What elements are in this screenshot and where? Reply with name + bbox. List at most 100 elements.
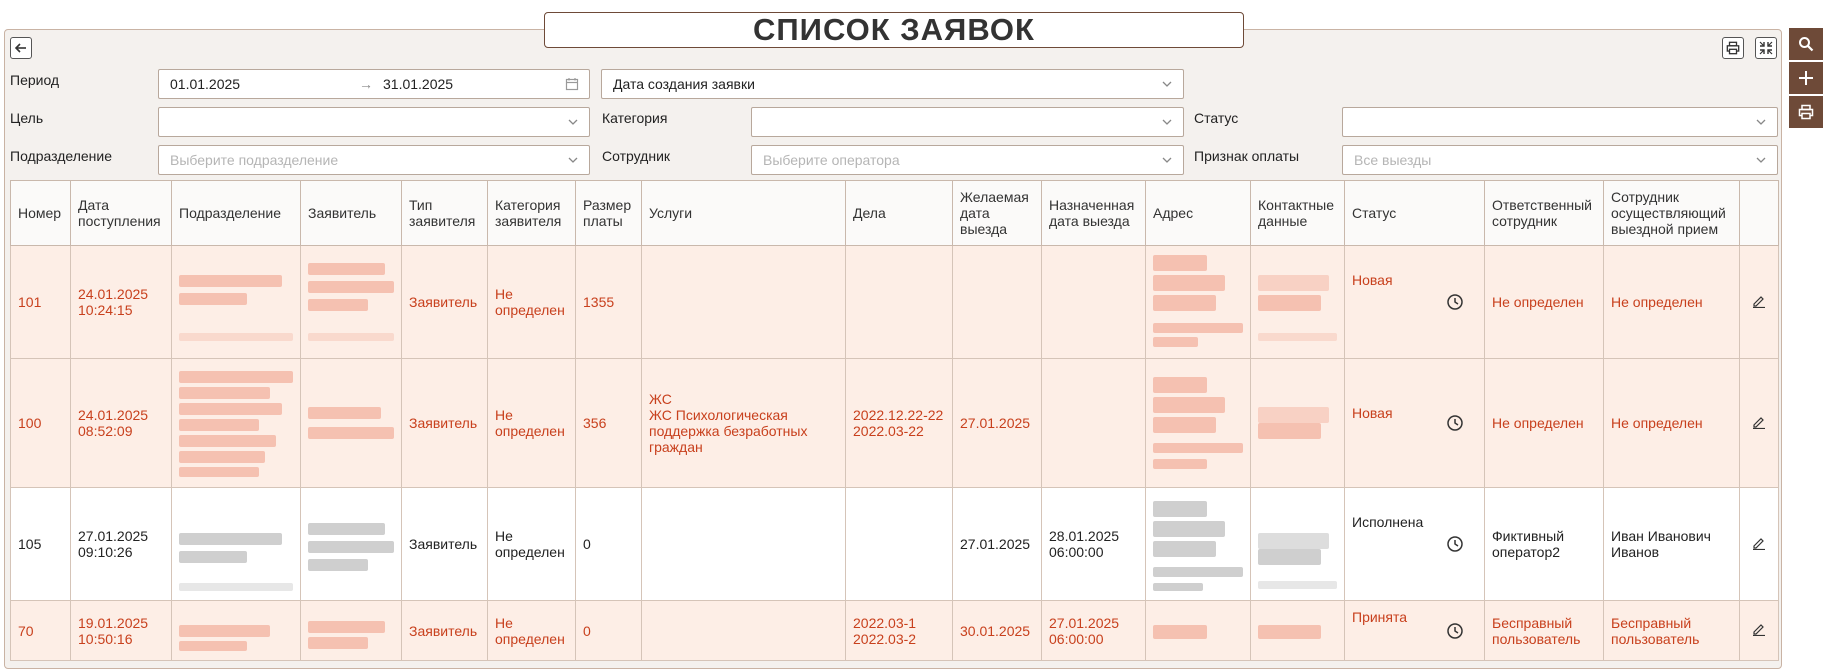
status-label: Статус [1194,110,1239,126]
status-text: Исполнена [1352,514,1424,530]
col-header-cases[interactable]: Дела [845,180,953,246]
collapse-icon [1759,41,1773,55]
clock-icon[interactable] [1446,414,1464,432]
goal-select[interactable] [158,107,590,137]
cell-fee: 1355 [575,245,642,359]
add-button[interactable] [1789,62,1823,94]
col-header-assigned-date[interactable]: Назначенная дата выезда [1041,180,1146,246]
division-label: Подразделение [10,148,113,164]
page-title: СПИСОК ЗАЯВОК [753,12,1035,47]
category-select[interactable] [751,107,1184,137]
cell-responsible: Не определен [1484,358,1604,488]
table-row[interactable]: 105 27.01.2025 09:10:26 Заявитель Не опр… [10,487,1779,601]
table-row[interactable]: 100 24.01.2025 08:52:09 Заявитель Не опр… [10,358,1779,488]
col-header-division[interactable]: Подразделение [171,180,301,246]
cell-applicant-type: Заявитель [401,358,488,488]
col-header-status[interactable]: Статус [1344,180,1485,246]
status-select[interactable] [1342,107,1778,137]
col-header-number[interactable]: Номер [10,180,71,246]
clock-icon[interactable] [1446,622,1464,640]
cell-applicant-redacted [300,487,402,601]
col-header-contacts[interactable]: Контактные данные [1250,180,1345,246]
table-row[interactable]: 101 24.01.2025 10:24:15 Заявитель Не опр… [10,245,1779,359]
cell-fee: 356 [575,358,642,488]
cell-division-redacted [171,245,301,359]
cell-assigned-date: 28.01.2025 06:00:00 [1041,487,1146,601]
clock-icon[interactable] [1446,293,1464,311]
date-type-select[interactable]: Дата создания заявки [601,69,1184,99]
cell-address-redacted [1145,358,1251,488]
chevron-down-icon [1756,157,1766,163]
cell-actions [1739,245,1779,359]
range-arrow-icon: → [359,76,373,92]
date-from[interactable]: 01.01.2025 [170,76,240,92]
cell-address-redacted [1145,487,1251,601]
col-header-responsible[interactable]: Ответственный сотрудник [1484,180,1604,246]
cell-cases: 2022.12.22-22 2022.03-22 [845,358,953,488]
search-button[interactable] [1789,28,1823,60]
division-select[interactable]: Выберите подразделение [158,145,590,175]
cell-applicant-type: Заявитель [401,245,488,359]
payment-label: Признак оплаты [1194,148,1300,164]
cell-actions [1739,358,1779,488]
arrow-left-icon [14,43,26,53]
chevron-down-icon [1162,119,1172,125]
payment-select[interactable]: Все выезды [1342,145,1778,175]
fullscreen-button[interactable] [1755,37,1777,59]
goal-label: Цель [10,110,44,126]
col-header-applicant[interactable]: Заявитель [300,180,402,246]
cell-cases [845,487,953,601]
cell-field-employee: Не определен [1603,245,1740,359]
status-text: Новая [1352,272,1393,288]
cell-services [641,245,846,359]
period-range-input[interactable]: 01.01.2025 → 31.01.2025 [158,69,590,99]
col-header-field-employee[interactable]: Сотрудник осуществляющий выездной прием [1603,180,1740,246]
cell-services [641,487,846,601]
print-button[interactable] [1722,37,1744,59]
chevron-down-icon [1162,157,1172,163]
col-header-address[interactable]: Адрес [1145,180,1251,246]
date-to[interactable]: 31.01.2025 [383,76,453,92]
cell-division-redacted [171,358,301,488]
cell-wish-date: 27.01.2025 [952,487,1042,601]
col-header-date[interactable]: Дата поступления [70,180,172,246]
col-header-fee[interactable]: Размер платы [575,180,642,246]
cell-wish-date [952,245,1042,359]
cell-applicant-category: Не определен [487,245,576,359]
cell-actions [1739,487,1779,601]
cell-services: ЖС ЖС Психологическая поддержка безработ… [641,358,846,488]
printer-icon [1726,41,1740,55]
cell-applicant-category: Не определен [487,358,576,488]
pencil-icon[interactable] [1752,415,1766,429]
pencil-icon[interactable] [1752,294,1766,308]
col-header-applicant-type[interactable]: Тип заявителя [401,180,488,246]
cell-applicant-redacted [300,358,402,488]
col-header-applicant-category[interactable]: Категория заявителя [487,180,576,246]
pencil-icon[interactable] [1752,536,1766,550]
status-text: Принята [1352,609,1408,625]
cell-assigned-date [1041,358,1146,488]
col-header-wish-date[interactable]: Желаемая дата выезда [952,180,1042,246]
cell-wish-date: 27.01.2025 [952,358,1042,488]
cell-contacts-redacted [1250,358,1345,488]
cell-date: 24.01.2025 10:24:15 [70,245,172,359]
col-header-services[interactable]: Услуги [641,180,846,246]
cell-applicant-type: Заявитель [401,487,488,601]
printer-icon [1798,104,1814,120]
cell-number: 100 [10,358,71,488]
cell-responsible: Не определен [1484,245,1604,359]
employee-select[interactable]: Выберите оператора [751,145,1184,175]
date-type-value: Дата создания заявки [613,76,755,92]
cell-fee: 0 [575,487,642,601]
chevron-down-icon [568,157,578,163]
back-button[interactable] [10,37,32,59]
employee-placeholder: Выберите оператора [763,152,900,168]
requests-table: Номер Дата поступления Подразделение Зая… [10,180,1779,661]
cell-contacts-redacted [1250,245,1345,359]
pencil-icon[interactable] [1752,622,1766,637]
clock-icon[interactable] [1446,535,1464,553]
print-side-button[interactable] [1789,96,1823,128]
cell-number: 105 [10,487,71,601]
calendar-icon[interactable] [565,77,579,91]
cell-date: 24.01.2025 08:52:09 [70,358,172,488]
